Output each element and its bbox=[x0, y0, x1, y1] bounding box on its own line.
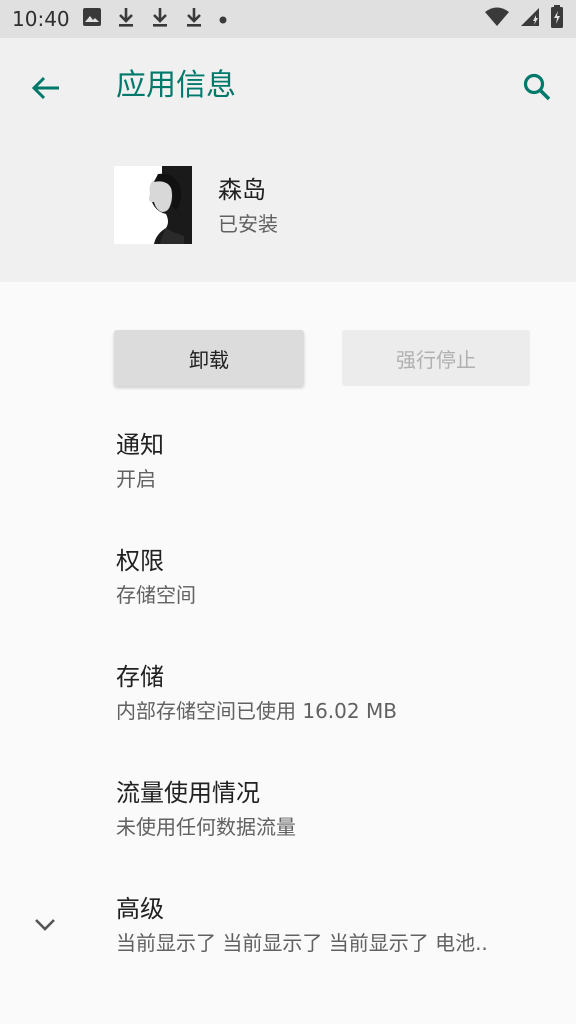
item-title: 流量使用情况 bbox=[116, 779, 260, 807]
status-time: 10:40 bbox=[12, 7, 70, 31]
dot-icon bbox=[218, 10, 228, 29]
force-stop-button[interactable]: 强行停止 bbox=[342, 330, 530, 386]
app-icon bbox=[114, 166, 192, 244]
item-title: 权限 bbox=[116, 547, 164, 575]
item-subtitle: 当前显示了 当前显示了 当前显示了 电池.. bbox=[116, 931, 488, 955]
notifications-item[interactable]: 通知 开启 bbox=[0, 428, 576, 528]
system-icons bbox=[484, 5, 564, 33]
arrow-back-icon bbox=[31, 76, 59, 100]
back-button[interactable] bbox=[24, 66, 68, 110]
data-usage-item[interactable]: 流量使用情况 未使用任何数据流量 bbox=[0, 776, 576, 876]
chevron-down-icon bbox=[30, 910, 60, 940]
download-icon bbox=[184, 6, 204, 32]
item-subtitle: 存储空间 bbox=[116, 583, 196, 607]
image-icon bbox=[82, 7, 102, 31]
item-subtitle: 开启 bbox=[116, 467, 156, 491]
item-title: 高级 bbox=[116, 895, 164, 923]
item-title: 存储 bbox=[116, 663, 164, 691]
storage-item[interactable]: 存储 内部存储空间已使用 16.02 MB bbox=[0, 660, 576, 760]
permissions-item[interactable]: 权限 存储空间 bbox=[0, 544, 576, 644]
signal-icon bbox=[520, 7, 540, 31]
app-name: 森岛 bbox=[218, 176, 266, 204]
battery-charging-icon bbox=[550, 5, 564, 33]
uninstall-button[interactable]: 卸载 bbox=[114, 330, 304, 386]
download-icon bbox=[150, 6, 170, 32]
app-header: 应用信息 森岛 已安装 bbox=[0, 38, 576, 282]
app-info-screen: 10:40 应用信息 森岛 已安装 卸载 强行停止 通知 开启 权限 存储空间 … bbox=[0, 0, 576, 1024]
advanced-item[interactable]: 高级 当前显示了 当前显示了 当前显示了 电池.. bbox=[0, 892, 576, 992]
notification-icons bbox=[82, 6, 228, 32]
page-title: 应用信息 bbox=[116, 68, 236, 103]
search-icon bbox=[523, 73, 551, 101]
item-subtitle: 内部存储空间已使用 16.02 MB bbox=[116, 699, 397, 723]
item-subtitle: 未使用任何数据流量 bbox=[116, 815, 296, 839]
search-button[interactable] bbox=[514, 64, 560, 110]
wifi-icon bbox=[484, 7, 510, 31]
item-title: 通知 bbox=[116, 431, 164, 459]
status-bar: 10:40 bbox=[0, 0, 576, 38]
app-install-status: 已安装 bbox=[218, 212, 278, 236]
download-icon bbox=[116, 6, 136, 32]
